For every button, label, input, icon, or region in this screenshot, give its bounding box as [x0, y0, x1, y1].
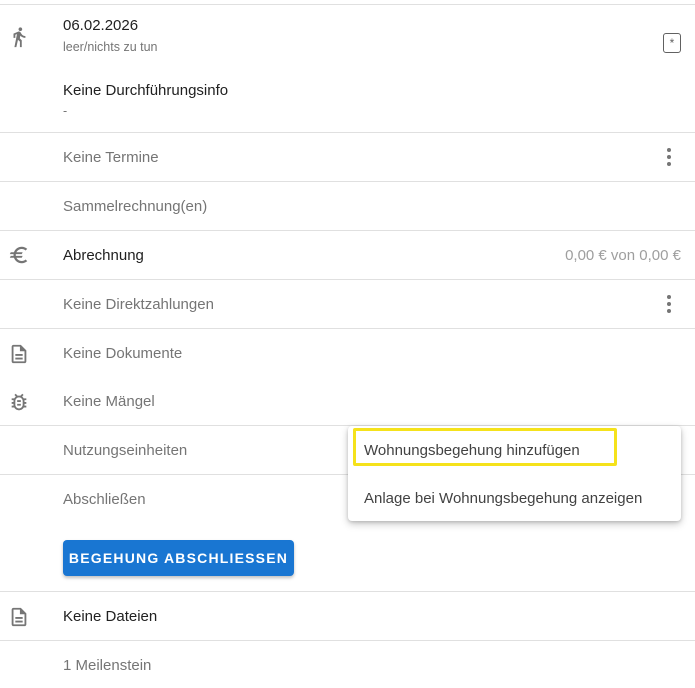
abrechnung-amount: 0,00 € von 0,00 € — [565, 247, 681, 264]
menu-item-label: Anlage bei Wohnungsbegehung anzeigen — [364, 490, 643, 507]
meilenstein-row[interactable]: 1 Meilenstein — [0, 641, 695, 688]
dokumente-row[interactable]: Keine Dokumente — [0, 329, 695, 378]
abrechnung-row[interactable]: Abrechnung 0,00 € von 0,00 € — [0, 231, 695, 280]
star-button[interactable]: * — [663, 33, 681, 53]
termine-more-icon[interactable] — [663, 147, 675, 167]
entry-status: leer/nichts zu tun — [63, 40, 158, 54]
menu-item-add-apartment-inspection[interactable]: Wohnungsbegehung hinzufügen — [348, 428, 681, 472]
sammelrechnung-row[interactable]: Sammelrechnung(en) — [0, 182, 695, 231]
direktzahlungen-more-icon[interactable] — [663, 294, 675, 314]
context-menu: Wohnungsbegehung hinzufügen Anlage bei W… — [348, 426, 681, 521]
abrechnung-label: Abrechnung — [63, 247, 144, 264]
file-icon — [8, 606, 30, 628]
sammelrechnung-label: Sammelrechnung(en) — [63, 198, 208, 215]
person-walking-icon — [8, 26, 30, 48]
nutzungseinheiten-label: Nutzungseinheiten — [63, 442, 188, 459]
dateien-label: Keine Dateien — [63, 608, 158, 625]
bug-icon — [8, 391, 30, 413]
execution-info-value: - — [63, 104, 68, 118]
euro-icon — [8, 244, 30, 266]
meilenstein-label: 1 Meilenstein — [63, 657, 152, 674]
top-divider — [0, 0, 695, 5]
star-symbol: * — [669, 36, 675, 50]
termine-label: Keine Termine — [63, 149, 159, 166]
direktzahlungen-label: Keine Direktzahlungen — [63, 296, 214, 313]
entry-section: 06.02.2026 leer/nichts zu tun * Keine Du… — [0, 6, 695, 133]
entry-date: 06.02.2026 — [63, 17, 139, 34]
maengel-row[interactable]: Keine Mängel — [0, 378, 695, 426]
menu-item-label: Wohnungsbegehung hinzufügen — [364, 442, 580, 459]
execution-info-title: Keine Durchführungsinfo — [63, 82, 229, 99]
direktzahlungen-row[interactable]: Keine Direktzahlungen — [0, 280, 695, 329]
complete-inspection-button[interactable]: BEGEHUNG ABSCHLIESSEN — [63, 540, 294, 576]
abschliessen-label: Abschließen — [63, 491, 146, 508]
document-icon — [8, 343, 30, 365]
dateien-row[interactable]: Keine Dateien — [0, 592, 695, 641]
dokumente-label: Keine Dokumente — [63, 345, 183, 362]
maengel-label: Keine Mängel — [63, 393, 155, 410]
menu-item-show-asset-inspection[interactable]: Anlage bei Wohnungsbegehung anzeigen — [348, 476, 681, 520]
termine-row[interactable]: Keine Termine — [0, 133, 695, 182]
